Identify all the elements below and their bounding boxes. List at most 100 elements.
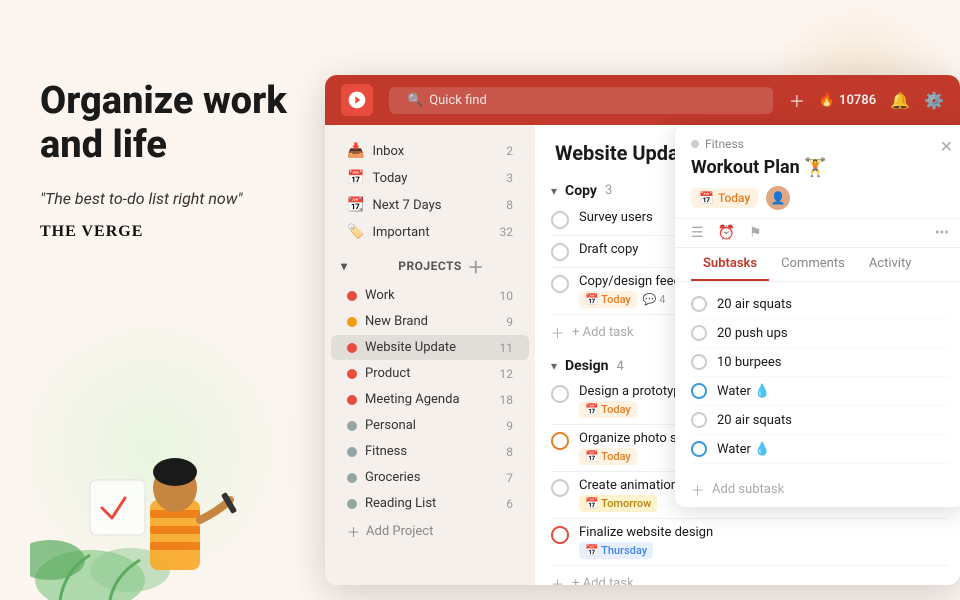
subtask-checkbox-5[interactable] — [691, 412, 707, 428]
task-checkbox-survey[interactable] — [551, 211, 569, 229]
chevron-down-icon: ▾ — [341, 259, 392, 273]
tab-activity[interactable]: Activity — [857, 248, 924, 281]
subtask-water-1[interactable]: Water 💧 — [691, 377, 949, 406]
subtask-burpees[interactable]: 10 burpees — [691, 348, 949, 377]
task-checkbox-feedback[interactable] — [551, 275, 569, 293]
tab-comments[interactable]: Comments — [769, 248, 857, 281]
fitness-count: 8 — [506, 445, 513, 459]
add-project-label: Add Project — [366, 524, 433, 539]
illustration — [10, 400, 320, 600]
sidebar-item-groceries[interactable]: Groceries 7 — [331, 465, 529, 490]
sidebar-item-product[interactable]: Product 12 — [331, 361, 529, 386]
add-icon-copy: ＋ — [551, 323, 564, 342]
task-due-finalize: 📅 Thursday — [579, 542, 653, 559]
task-checkbox-finalize[interactable] — [551, 526, 569, 544]
task-comments-feedback: 💬 4 — [643, 293, 666, 306]
workout-panel: ✕ Fitness Workout Plan 🏋️ 📅 Today 👤 ☰ ⏰ … — [675, 125, 960, 507]
subtask-push-ups[interactable]: 20 push ups — [691, 319, 949, 348]
fitness-label: Fitness — [365, 444, 498, 459]
next7days-label: Next 7 Days — [372, 198, 498, 213]
add-project-button[interactable]: ＋ Add Project — [331, 517, 529, 546]
subtask-air-squats-1[interactable]: 20 air squats — [691, 290, 949, 319]
design-section-count: 4 — [616, 359, 623, 374]
sidebar-item-today[interactable]: 📅 Today 3 — [331, 165, 529, 191]
karma-value: 10786 — [839, 93, 876, 108]
important-icon: 🏷️ — [347, 224, 364, 240]
newbrand-label: New Brand — [365, 314, 498, 329]
projects-section-header[interactable]: ▾ Projects ＋ — [325, 246, 535, 282]
task-checkbox-photo[interactable] — [551, 432, 569, 450]
subtask-name-5: 20 air squats — [717, 413, 949, 428]
notifications-button[interactable]: 🔔 — [890, 91, 910, 110]
task-checkbox-animations[interactable] — [551, 479, 569, 497]
sidebar-item-personal[interactable]: Personal 9 — [331, 413, 529, 438]
task-finalize-design[interactable]: Finalize website design 📅 Thursday — [551, 519, 948, 566]
sidebar-item-reading[interactable]: Reading List 6 — [331, 491, 529, 516]
settings-button[interactable]: ⚙️ — [924, 91, 944, 110]
marketing-quote: "The best to-do list right now" — [40, 187, 330, 211]
subtask-checkbox-1[interactable] — [691, 296, 707, 312]
panel-toolbar: ☰ ⏰ ⚑ ••• — [675, 219, 960, 248]
add-project-icon[interactable]: ＋ — [468, 254, 519, 278]
subtask-name-2: 20 push ups — [717, 326, 949, 341]
topbar-actions: ＋ 🔥 10786 🔔 ⚙️ — [789, 88, 944, 112]
newbrand-dot — [347, 317, 357, 327]
panel-project: Fitness — [691, 137, 949, 151]
subtask-name-1: 20 air squats — [717, 297, 949, 312]
subtask-checkbox-2[interactable] — [691, 325, 707, 341]
sidebar-item-inbox[interactable]: 📥 Inbox 2 — [331, 138, 529, 164]
reading-label: Reading List — [365, 496, 498, 511]
subtask-checkbox-3[interactable] — [691, 354, 707, 370]
add-button[interactable]: ＋ — [789, 88, 805, 112]
groceries-label: Groceries — [365, 470, 498, 485]
reading-dot — [347, 499, 357, 509]
today-label: Today — [372, 171, 498, 186]
newbrand-count: 9 — [506, 315, 513, 329]
task-content-finalize: Finalize website design 📅 Thursday — [579, 525, 948, 559]
subtask-list: 20 air squats 20 push ups 10 burpees Wat… — [675, 282, 960, 472]
task-due-prototype: 📅 Today — [579, 401, 637, 418]
meeting-count: 18 — [500, 393, 514, 407]
task-checkbox-prototype[interactable] — [551, 385, 569, 403]
subtask-water-2[interactable]: Water 💧 — [691, 435, 949, 464]
sidebar-item-fitness[interactable]: Fitness 8 — [331, 439, 529, 464]
task-checkbox-draft[interactable] — [551, 243, 569, 261]
add-subtask-label: Add subtask — [712, 482, 784, 497]
add-task-design[interactable]: ＋ + Add task — [551, 566, 948, 585]
design-chevron-icon: ▾ — [551, 359, 557, 373]
subtask-checkbox-6[interactable] — [691, 441, 707, 457]
search-bar[interactable]: 🔍 Quick find — [389, 87, 773, 114]
personal-label: Personal — [365, 418, 498, 433]
priority-icon[interactable]: ⚑ — [749, 225, 762, 241]
subtask-air-squats-2[interactable]: 20 air squats — [691, 406, 949, 435]
sidebar-item-website[interactable]: Website Update 11 — [331, 335, 529, 360]
sidebar-item-work[interactable]: Work 10 — [331, 283, 529, 308]
sidebar-item-meeting[interactable]: Meeting Agenda 18 — [331, 387, 529, 412]
add-icon: ＋ — [347, 522, 360, 541]
toolbar-more-button[interactable]: ••• — [935, 225, 949, 241]
personal-count: 9 — [506, 419, 513, 433]
tab-subtasks[interactable]: Subtasks — [691, 248, 769, 281]
reminder-icon[interactable]: ⏰ — [718, 225, 735, 241]
design-section-name: Design — [565, 358, 608, 374]
sidebar-item-next7days[interactable]: 📆 Next 7 Days 8 — [331, 192, 529, 218]
search-icon: 🔍 — [407, 93, 423, 108]
subtask-checkbox-4[interactable] — [691, 383, 707, 399]
panel-tabs: Subtasks Comments Activity — [675, 248, 960, 282]
add-subtask-button[interactable]: ＋ Add subtask — [675, 472, 960, 507]
meeting-dot — [347, 395, 357, 405]
product-count: 12 — [500, 367, 514, 381]
avatar: 👤 — [766, 186, 790, 210]
sidebar-item-newbrand[interactable]: New Brand 9 — [331, 309, 529, 334]
sidebar-item-important[interactable]: 🏷️ Important 32 — [331, 219, 529, 245]
next7days-icon: 📆 — [347, 197, 364, 213]
checklist-icon[interactable]: ☰ — [691, 225, 704, 241]
important-label: Important — [372, 225, 491, 240]
website-label: Website Update — [365, 340, 492, 355]
app-logo[interactable] — [341, 84, 373, 116]
panel-close-button[interactable]: ✕ — [940, 137, 953, 156]
panel-due-chip[interactable]: 📅 Today — [691, 188, 758, 208]
inbox-count: 2 — [506, 144, 513, 158]
calendar-icon: 📅 — [699, 191, 714, 205]
marketing-section: Organize work and life "The best to-do l… — [40, 80, 330, 241]
